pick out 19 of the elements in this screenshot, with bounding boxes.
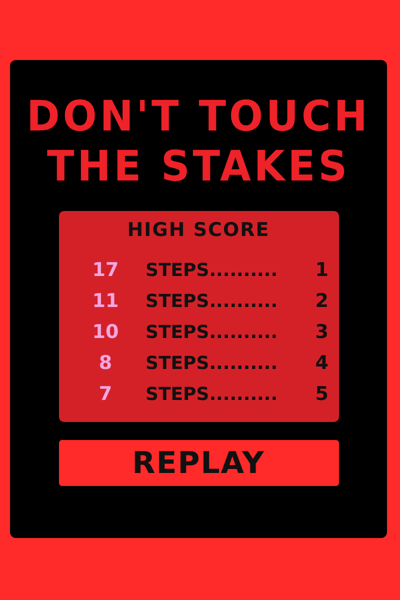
steps-label: STEPS.......... xyxy=(144,322,279,342)
rank-number: 5 xyxy=(314,383,330,405)
steps-label: STEPS.......... xyxy=(144,352,279,374)
score-value: 11 xyxy=(91,290,120,312)
score-value: 10 xyxy=(91,321,120,343)
game-title: DON'T TOUCH xyxy=(26,92,370,144)
score-value: 17 xyxy=(91,259,120,281)
score-value: 7 xyxy=(98,383,114,405)
steps-label: STEPS.......... xyxy=(144,260,279,280)
steps-label: STEPS.......... xyxy=(144,290,279,312)
rank-number: 1 xyxy=(314,259,330,281)
steps-label: STEPS.......... xyxy=(144,384,279,404)
high-score-heading: HIGH SCORE xyxy=(127,219,270,241)
score-value: 8 xyxy=(98,352,114,374)
rank-number: 2 xyxy=(314,290,330,312)
replay-button[interactable]: REPLAY xyxy=(58,440,338,486)
rank-number: 4 xyxy=(314,352,330,374)
game-title: THE STAKES xyxy=(46,142,350,194)
rank-number: 3 xyxy=(314,321,330,343)
